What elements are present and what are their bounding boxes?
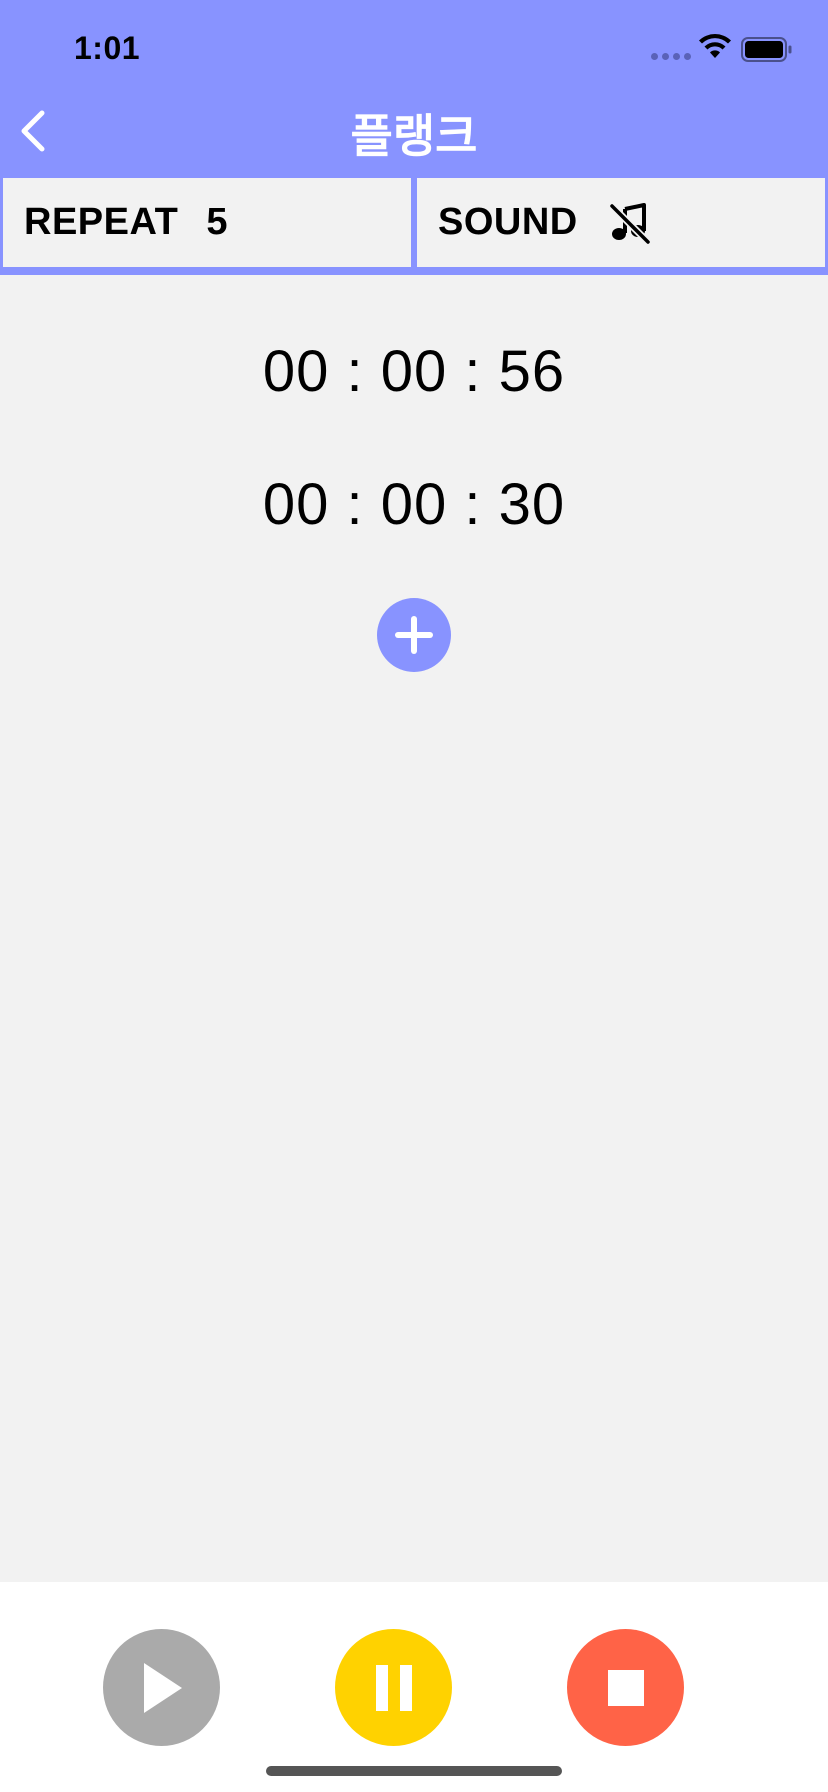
- timer-entry[interactable]: 00 : 00 : 30: [0, 471, 828, 538]
- wifi-icon: [698, 34, 732, 65]
- pause-button[interactable]: [335, 1629, 452, 1746]
- stop-icon: [607, 1669, 644, 1706]
- control-bar: [0, 1582, 828, 1792]
- pause-icon: [375, 1664, 412, 1711]
- play-icon: [143, 1662, 182, 1713]
- stop-button[interactable]: [567, 1629, 684, 1746]
- music-off-icon: [608, 201, 652, 245]
- battery-icon: [741, 37, 793, 68]
- repeat-label: REPEAT: [24, 201, 179, 243]
- status-time: 1:01: [74, 30, 141, 66]
- timer-entry[interactable]: 00 : 00 : 56: [0, 338, 828, 405]
- settings-row: REPEAT 5 SOUND: [0, 175, 828, 275]
- sound-toggle-button[interactable]: SOUND: [417, 178, 825, 267]
- repeat-count: 5: [206, 201, 228, 243]
- home-indicator[interactable]: [266, 1766, 562, 1776]
- repeat-setting-button[interactable]: REPEAT 5: [3, 178, 411, 267]
- cellular-signal-icon: [651, 53, 691, 60]
- plus-icon: [395, 616, 433, 654]
- sound-label: SOUND: [438, 201, 578, 243]
- play-button[interactable]: [103, 1629, 220, 1746]
- page-title: 플랭크: [350, 109, 478, 163]
- add-timer-button[interactable]: [377, 598, 451, 672]
- header: 1:01 플랭크: [0, 0, 828, 175]
